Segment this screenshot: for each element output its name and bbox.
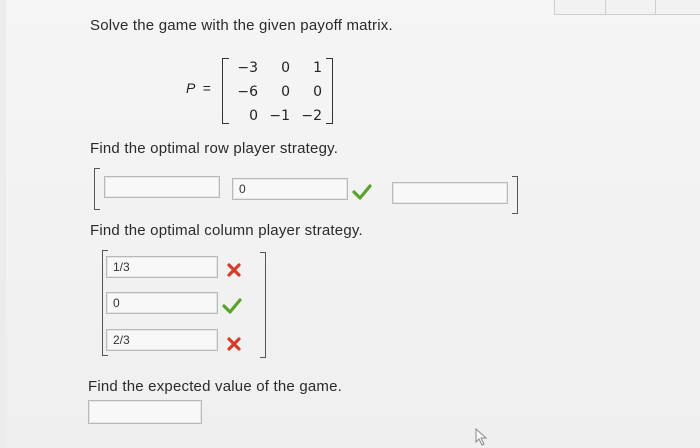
column-vector-right-bracket [260, 252, 266, 358]
toolbar-divider [605, 0, 606, 14]
matrix-label: P = [186, 80, 211, 96]
expected-value-prompt: Find the expected value of the game. [88, 378, 343, 395]
toolbar-divider [655, 0, 656, 14]
matrix-cell: −3 [237, 60, 258, 76]
column-strategy-input-1[interactable]: 1/3 [106, 256, 218, 278]
column-strategy-input-3[interactable]: 2/3 [106, 329, 218, 351]
matrix-cell: 0 [281, 84, 290, 100]
matrix-cell: 0 [249, 108, 258, 124]
cross-icon [227, 263, 241, 277]
matrix-right-bracket [326, 58, 333, 124]
top-toolbar [554, 0, 700, 15]
cross-icon [227, 337, 241, 351]
matrix-cell: 1 [313, 60, 322, 76]
expected-value-input[interactable] [88, 400, 202, 424]
matrix-name: P [186, 80, 195, 96]
checkmark-icon [222, 298, 242, 314]
checkmark-icon [352, 184, 372, 200]
matrix-left-bracket [222, 58, 229, 124]
matrix-cell: −2 [301, 108, 322, 124]
matrix-cell: 0 [281, 60, 290, 76]
matrix-cell: −6 [237, 84, 258, 100]
row-strategy-prompt: Find the optimal row player strategy. [90, 140, 339, 157]
column-strategy-input-2[interactable]: 0 [106, 292, 218, 314]
matrix-cell: 0 [313, 84, 322, 100]
matrix-cell: −1 [269, 108, 290, 124]
row-vector-right-bracket [512, 176, 518, 214]
row-strategy-input-2[interactable]: 0 [232, 178, 348, 200]
question-panel: Solve the game with the given payoff mat… [6, 0, 700, 448]
cursor-icon [475, 428, 488, 446]
row-strategy-input-1[interactable] [104, 176, 220, 198]
row-strategy-input-3[interactable] [392, 182, 508, 204]
matrix-equals: = [202, 80, 211, 96]
question-intro: Solve the game with the given payoff mat… [90, 17, 393, 34]
column-strategy-prompt: Find the optimal column player strategy. [90, 222, 363, 239]
row-vector-left-bracket [94, 168, 100, 210]
